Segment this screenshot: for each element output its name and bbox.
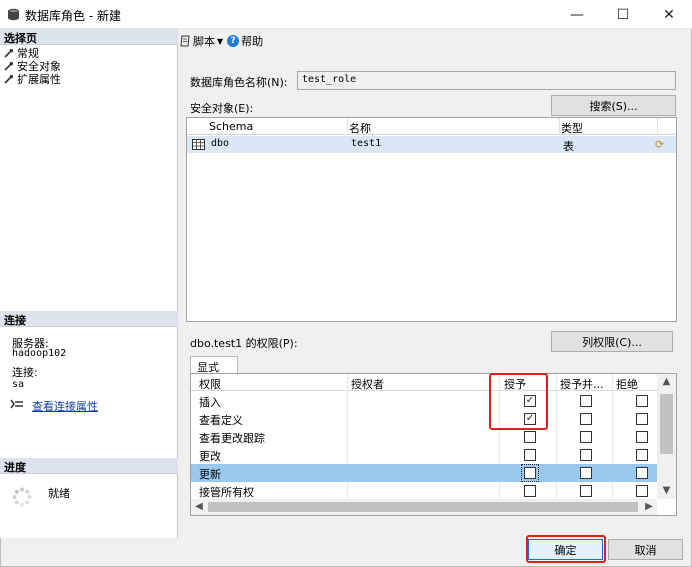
- help-icon: ?: [227, 35, 240, 47]
- script-label: 脚本: [193, 35, 215, 48]
- column-header-name[interactable]: 名称: [349, 120, 371, 136]
- cancel-button[interactable]: 取消: [608, 539, 683, 560]
- server-value: hadoop102: [12, 348, 67, 359]
- close-button[interactable]: ✕: [646, 0, 692, 29]
- grant-checkbox[interactable]: [521, 464, 539, 482]
- toolbar: 脚本 ▼ ? 帮助: [179, 31, 263, 51]
- script-icon: [180, 35, 190, 47]
- progress-status: 就绪: [48, 487, 70, 500]
- cell-type: 表: [563, 140, 574, 153]
- grant-highlight-box: [489, 373, 548, 430]
- title-bar: 数据库角色 - 新建 — ☐ ✕: [0, 0, 692, 29]
- view-connection-properties-link[interactable]: 查看连接属性: [32, 398, 98, 414]
- table-icon: [192, 139, 205, 150]
- with-grant-checkbox[interactable]: [580, 449, 592, 461]
- grant-checkbox[interactable]: [524, 449, 536, 461]
- scroll-right-icon[interactable]: ▶: [641, 499, 657, 515]
- permission-name: 更新: [199, 468, 221, 481]
- table-row[interactable]: 查看更改跟踪: [191, 428, 657, 446]
- script-button[interactable]: 脚本 ▼: [179, 33, 223, 49]
- connection-properties-icon: [10, 399, 23, 409]
- permission-name: 查看定义: [199, 414, 243, 427]
- help-label: 帮助: [241, 35, 264, 48]
- deny-checkbox[interactable]: [636, 431, 648, 443]
- role-name-field[interactable]: test_role: [297, 71, 676, 90]
- scroll-up-icon[interactable]: ▲: [657, 374, 676, 390]
- with-grant-checkbox[interactable]: [580, 413, 592, 425]
- cell-name: test1: [351, 138, 382, 149]
- securables-grid: Schema 名称 类型 dbo test1 表 ⟳: [186, 117, 677, 322]
- connection-header: 连接: [0, 311, 178, 327]
- table-row[interactable]: 更改: [191, 446, 657, 464]
- table-row[interactable]: dbo test1 表 ⟳: [187, 136, 676, 153]
- table-row[interactable]: 更新: [191, 464, 657, 482]
- vertical-scrollbar[interactable]: ▲ ▼: [657, 374, 676, 499]
- scrollbar-thumb[interactable]: [660, 394, 673, 454]
- securables-grid-header: Schema 名称 类型: [187, 118, 676, 135]
- wrench-icon: [4, 74, 14, 84]
- with-grant-checkbox[interactable]: [580, 485, 592, 497]
- help-button[interactable]: ? 帮助: [227, 33, 263, 49]
- window-title: 数据库角色 - 新建: [25, 9, 121, 23]
- table-row[interactable]: 接管所有权: [191, 482, 657, 500]
- horizontal-scrollbar[interactable]: ◀ ▶: [191, 499, 657, 515]
- minimize-button[interactable]: —: [554, 0, 600, 29]
- table-row[interactable]: 插入 ✓: [191, 392, 657, 410]
- column-header-permission[interactable]: 权限: [199, 376, 221, 392]
- search-button[interactable]: 搜索(S)...: [551, 95, 676, 116]
- permission-name: 插入: [199, 396, 221, 409]
- scrollbar-thumb[interactable]: [208, 502, 638, 512]
- deny-checkbox[interactable]: [636, 467, 648, 479]
- progress-spinner-icon: [12, 487, 32, 507]
- wrench-icon: [4, 48, 14, 58]
- left-pane: 选择页 常规 安全对象 扩展属性 连接 服务器: hadoop102 连接: s…: [0, 29, 178, 538]
- column-header-grantor[interactable]: 授权者: [351, 376, 384, 392]
- cell-schema: dbo: [211, 138, 230, 149]
- wrench-icon: [4, 61, 14, 71]
- chevron-down-icon: ▼: [217, 36, 224, 46]
- with-grant-checkbox[interactable]: [580, 467, 592, 479]
- column-header-schema[interactable]: Schema: [209, 120, 253, 133]
- scroll-down-icon[interactable]: ▼: [657, 483, 676, 499]
- permissions-grid-header: 权限 授权者 授予 授予并... 拒绝: [191, 374, 657, 391]
- column-header-with-grant[interactable]: 授予并...: [560, 376, 604, 392]
- progress-header: 进度: [0, 458, 178, 474]
- permission-name: 查看更改跟踪: [199, 432, 265, 445]
- row-refresh-icon: ⟳: [655, 138, 665, 151]
- table-row[interactable]: 查看定义 ✓: [191, 410, 657, 428]
- page-item-label: 扩展属性: [17, 73, 61, 86]
- connection-value: sa: [12, 379, 25, 390]
- database-icon: [8, 8, 19, 21]
- column-header-type[interactable]: 类型: [561, 120, 583, 136]
- deny-checkbox[interactable]: [636, 485, 648, 497]
- securables-label: 安全对象(E):: [190, 102, 254, 115]
- maximize-button[interactable]: ☐: [600, 0, 646, 29]
- permission-name: 接管所有权: [199, 486, 254, 499]
- deny-checkbox[interactable]: [636, 395, 648, 407]
- page-item-extended-properties[interactable]: 扩展属性: [4, 72, 61, 86]
- deny-checkbox[interactable]: [636, 449, 648, 461]
- select-page-header: 选择页: [0, 29, 178, 45]
- grant-checkbox[interactable]: [524, 485, 536, 497]
- deny-checkbox[interactable]: [636, 413, 648, 425]
- column-permissions-button[interactable]: 列权限(C)...: [551, 331, 673, 352]
- with-grant-checkbox[interactable]: [580, 431, 592, 443]
- role-name-label: 数据库角色名称(N):: [190, 76, 288, 89]
- scroll-left-icon[interactable]: ◀: [191, 499, 207, 515]
- permission-name: 更改: [199, 450, 221, 463]
- permissions-label: dbo.test1 的权限(P):: [190, 337, 298, 350]
- column-header-deny[interactable]: 拒绝: [616, 376, 638, 392]
- connection-label: 连接:: [12, 366, 38, 379]
- tab-explicit[interactable]: 显式: [190, 356, 238, 374]
- with-grant-checkbox[interactable]: [580, 395, 592, 407]
- permissions-grid: 权限 授权者 授予 授予并... 拒绝 插入 ✓ 查看定义 ✓ 查看更改跟踪 更改更新接管…: [190, 373, 677, 516]
- grant-checkbox[interactable]: [524, 431, 536, 443]
- ok-highlight-box: [526, 535, 606, 563]
